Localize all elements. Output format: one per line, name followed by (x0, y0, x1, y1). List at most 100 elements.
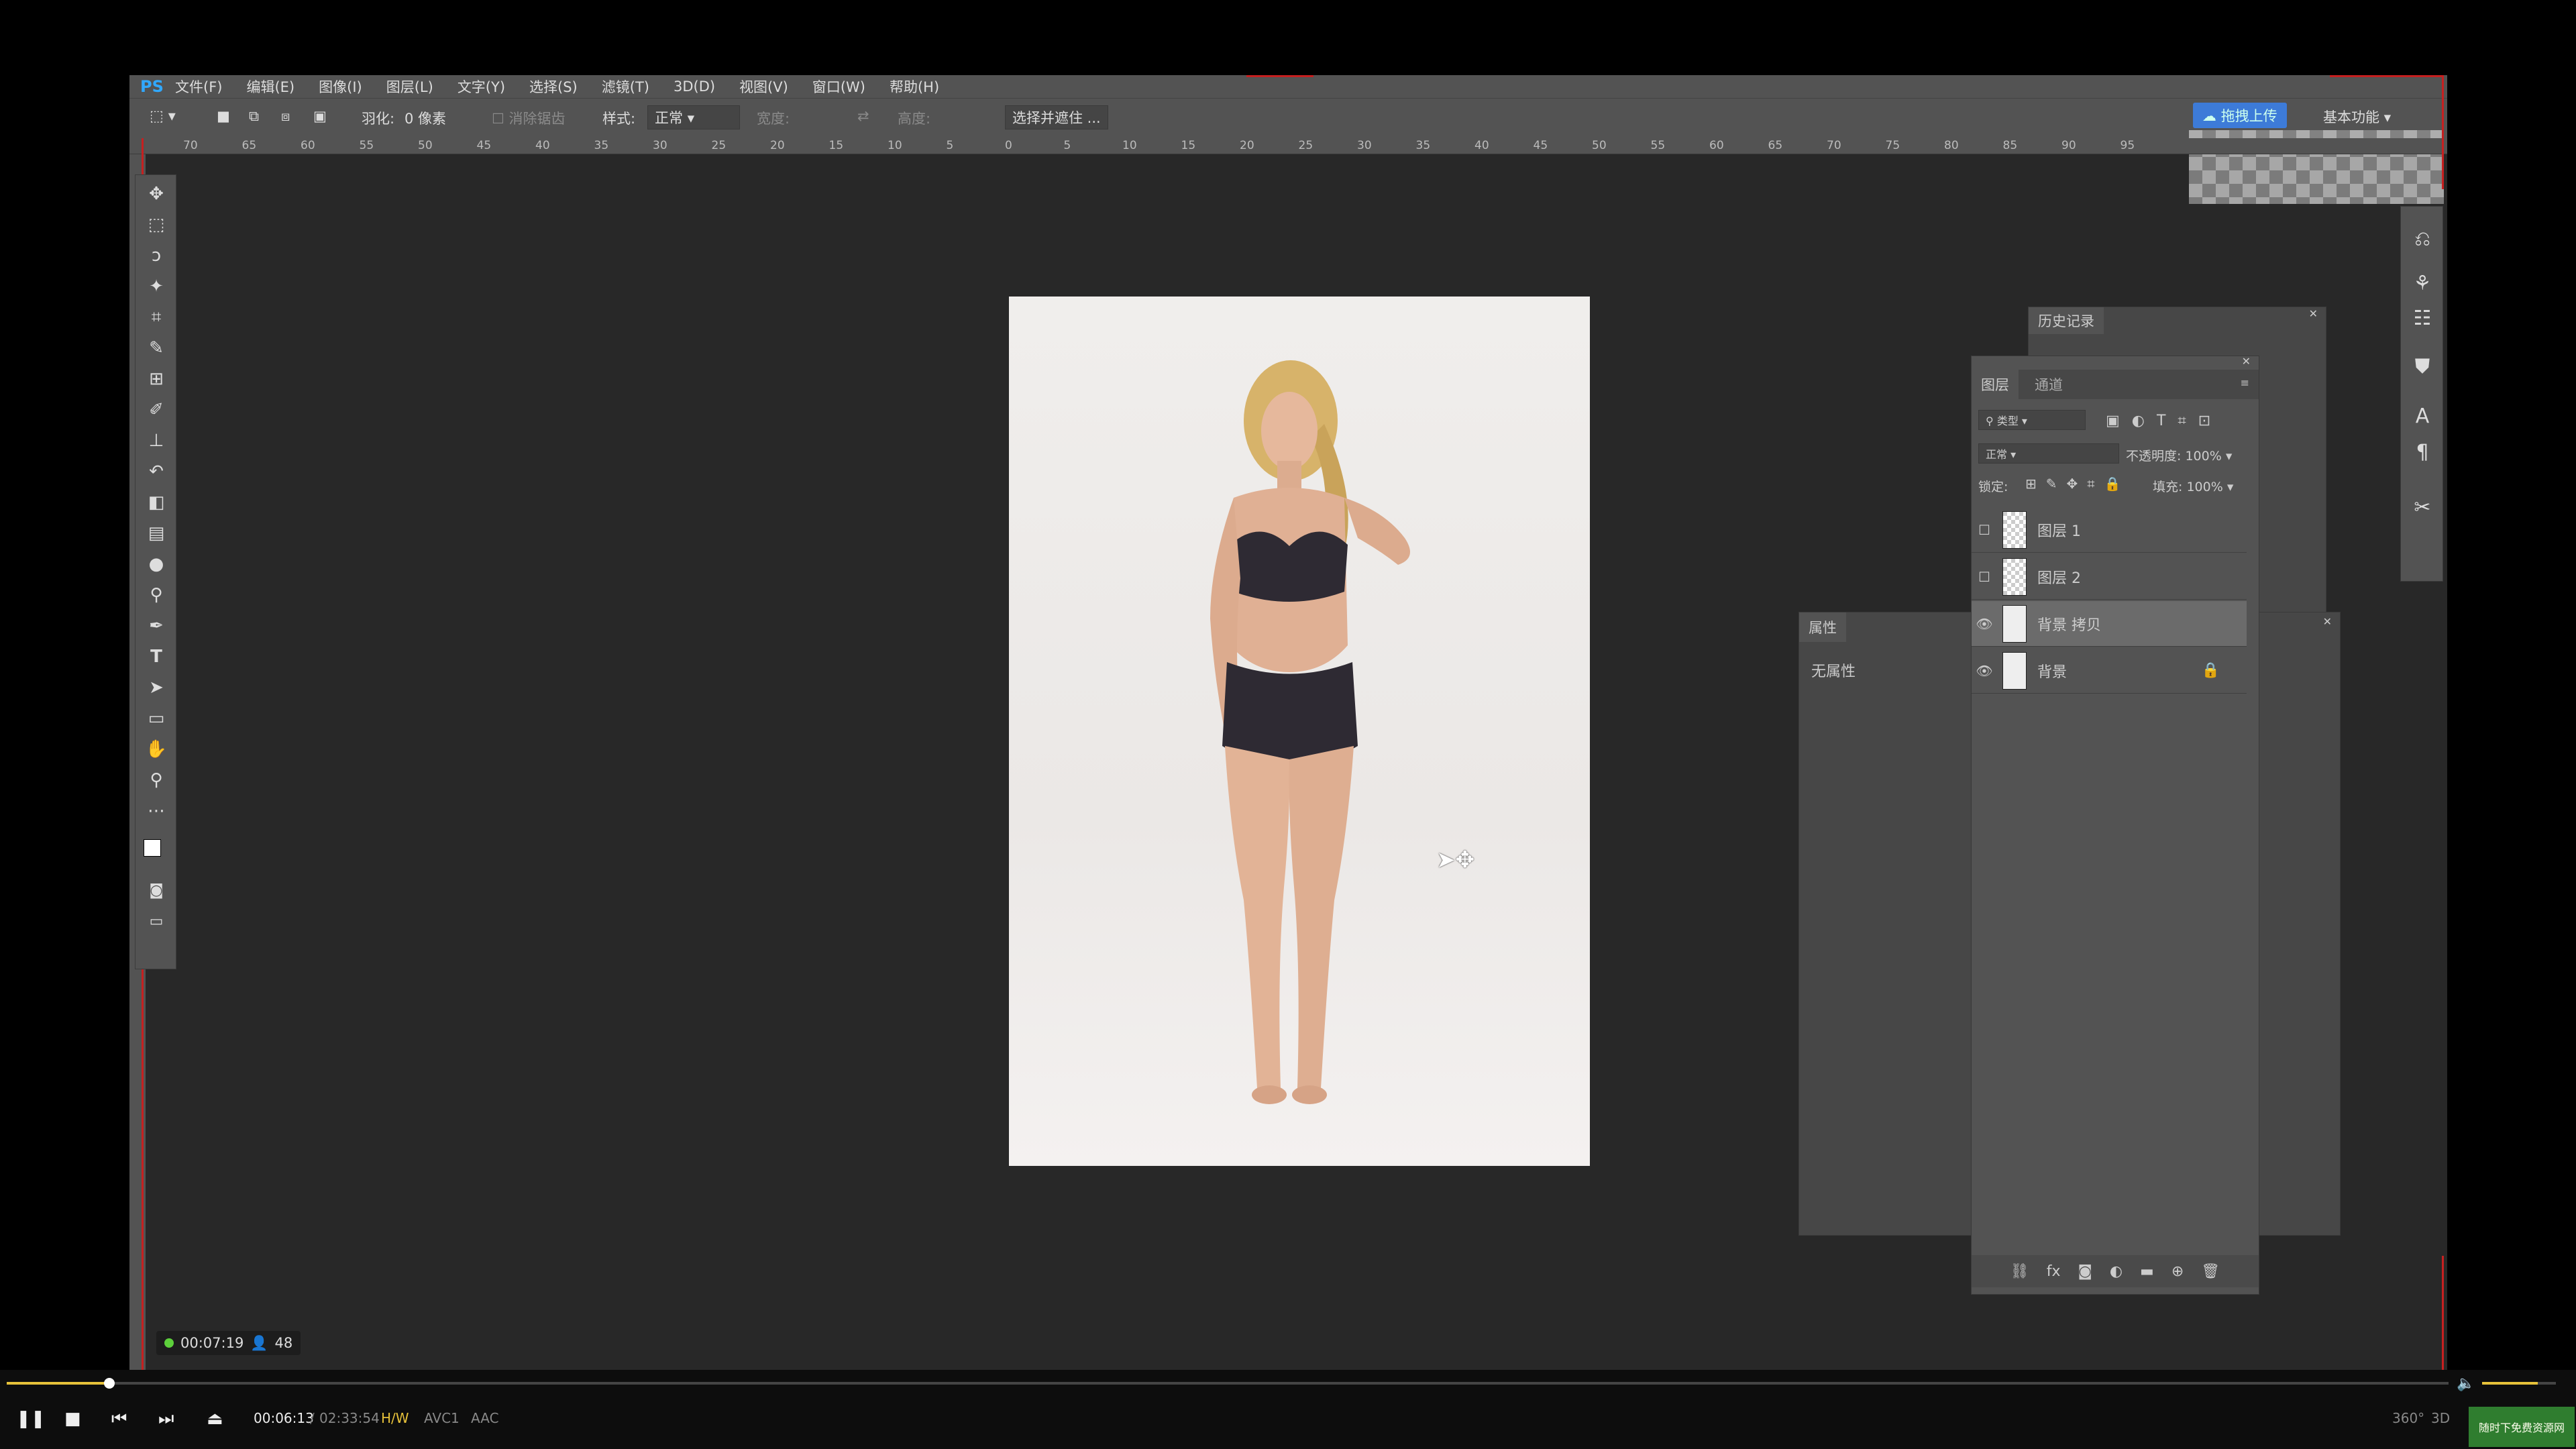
menu-image[interactable]: 图像(I) (307, 76, 374, 97)
blend-mode-select[interactable]: 正常 ▾ (1978, 443, 2119, 464)
layer-row-layer1[interactable]: ☐ 图层 1 (1972, 507, 2247, 553)
menu-file[interactable]: 文件(F) (163, 76, 234, 97)
add-mask-icon[interactable]: ◙ (2078, 1263, 2092, 1280)
menu-layer[interactable]: 图层(L) (374, 76, 445, 97)
hand-tool-icon[interactable]: ✋ (143, 736, 170, 763)
move-tool-icon[interactable]: ✥ (143, 180, 170, 207)
magic-wand-tool-icon[interactable]: ✦ (143, 273, 170, 300)
marquee-tool-icon[interactable]: ⬚ (143, 211, 170, 238)
gradient-tool-icon[interactable]: ▤ (143, 520, 170, 547)
menu-filter[interactable]: 滤镜(T) (590, 76, 661, 97)
pause-icon[interactable]: ❚❚ (16, 1409, 46, 1429)
visibility-toggle-off[interactable]: ☐ (1972, 507, 1997, 552)
visibility-toggle-off[interactable]: ☐ (1972, 554, 1997, 599)
layer-row-background-copy[interactable]: 👁 背景 拷贝 (1972, 601, 2247, 647)
workspace-select[interactable]: 基本功能 ▾ (2316, 105, 2437, 128)
subtract-selection-icon[interactable]: ⧈ (281, 108, 290, 125)
layers-menu-icon[interactable]: ≡ (2241, 376, 2249, 389)
delete-layer-icon[interactable]: 🗑 (2201, 1263, 2220, 1280)
stop-icon[interactable]: ■ (64, 1409, 81, 1429)
layer-row-layer2[interactable]: ☐ 图层 2 (1972, 554, 2247, 600)
mode-360-button[interactable]: 360° (2392, 1410, 2424, 1426)
feather-field[interactable]: 0 像素 (405, 108, 446, 128)
history-tab[interactable]: 历史记录 (2029, 307, 2104, 334)
paragraph-icon[interactable]: ¶ (2401, 433, 2444, 471)
menu-help[interactable]: 帮助(H) (877, 76, 951, 97)
swap-icon[interactable]: ⇄ (857, 108, 869, 124)
fill-value[interactable]: 100% (2186, 480, 2222, 494)
new-selection-icon[interactable]: ■ (217, 108, 230, 124)
seek-handle[interactable] (103, 1378, 115, 1389)
history-close-icon[interactable]: ✕ (2309, 307, 2318, 320)
select-and-mask-button[interactable]: 选择并遮住 ... (1005, 105, 1108, 129)
type-tool-icon[interactable]: T (143, 643, 170, 670)
stamp-tool-icon[interactable]: ⊥ (143, 427, 170, 454)
character-icon[interactable]: A (2401, 397, 2444, 435)
properties-tab[interactable]: 属性 (1799, 612, 1846, 642)
fx-icon[interactable]: fx (2047, 1263, 2061, 1280)
ruler-tick-label: 15 (828, 139, 844, 152)
adjustment-layer-icon[interactable]: ◐ (2110, 1263, 2123, 1280)
opacity-control[interactable]: 不透明度: 100% ▾ (2126, 446, 2232, 464)
brush-settings-icon[interactable]: ⚘ (2401, 264, 2444, 302)
eraser-tool-icon[interactable]: ◧ (143, 489, 170, 516)
brush-tool-icon[interactable]: ✐ (143, 396, 170, 423)
eye-icon[interactable]: 👁 (1972, 601, 1997, 646)
seek-track[interactable] (7, 1382, 2449, 1385)
lock-icons[interactable]: ⊞✎✥⌗🔒 (2025, 476, 2130, 492)
menu-select[interactable]: 选择(S) (517, 76, 590, 97)
menu-window[interactable]: 窗口(W) (800, 76, 877, 97)
zoom-tool-icon[interactable]: ⚲ (143, 767, 170, 794)
libraries-icon[interactable]: ⛊ (2401, 347, 2444, 385)
prev-icon[interactable]: ⏮ (111, 1409, 127, 1430)
layer-filter-icons[interactable]: ▣◐T⌗⊡ (2106, 413, 2222, 429)
style-select[interactable]: 正常 ▾ (647, 105, 740, 129)
guide-right-bottom (2442, 1256, 2444, 1370)
fill-control[interactable]: 填充: 100% ▾ (2153, 477, 2233, 495)
eyedropper-tool-icon[interactable]: ✎ (143, 335, 170, 362)
layer-thumbnail (2002, 651, 2027, 690)
upload-button[interactable]: ☁ 拖拽上传 (2193, 103, 2287, 128)
opacity-value[interactable]: 100% (2185, 449, 2221, 464)
tab-layers[interactable]: 图层 (1972, 370, 2019, 399)
more-tools-icon[interactable]: ⋯ (143, 798, 170, 824)
blur-tool-icon[interactable]: ● (143, 551, 170, 578)
marquee-preset-icon[interactable]: ⬚ ▾ (150, 108, 176, 125)
intersect-selection-icon[interactable]: ▣ (313, 108, 327, 124)
quick-mask-icon[interactable]: ◙ (143, 877, 170, 904)
crop-tool-icon[interactable]: ⌗ (143, 304, 170, 331)
menu-edit[interactable]: 编辑(E) (234, 76, 307, 97)
hw-decode-badge[interactable]: H/W (381, 1410, 409, 1426)
document-canvas[interactable] (1009, 297, 1590, 1166)
layer-filter-select[interactable]: ⚲ 类型 ▾ (1978, 410, 2086, 433)
dodge-tool-icon[interactable]: ⚲ (143, 582, 170, 608)
screen-mode-icon[interactable]: ▭ (143, 908, 170, 934)
antialias-checkbox[interactable]: ☐ 消除锯齿 (492, 108, 566, 128)
volume-icon[interactable]: 🔈 (2457, 1375, 2475, 1392)
add-selection-icon[interactable]: ⧉ (249, 108, 259, 125)
rectangle-tool-icon[interactable]: ▭ (143, 705, 170, 732)
history-icon[interactable]: ⎌ (2401, 220, 2444, 258)
new-group-icon[interactable]: ▬ (2140, 1263, 2154, 1280)
new-layer-icon[interactable]: ⊕ (2171, 1263, 2184, 1280)
pen-tool-icon[interactable]: ✒ (143, 612, 170, 639)
next-icon[interactable]: ⏭ (158, 1409, 174, 1430)
layer-row-background[interactable]: 👁 背景 🔒 (1972, 648, 2247, 694)
tab-channels[interactable]: 通道 (2025, 370, 2072, 399)
foreground-color-swatch[interactable] (144, 839, 161, 857)
adjustments-icon[interactable]: ☷ (2401, 299, 2444, 337)
menu-type[interactable]: 文字(Y) (445, 76, 517, 97)
tool-presets-icon[interactable]: ✂ (2401, 488, 2444, 526)
menu-3d[interactable]: 3D(D) (661, 78, 727, 95)
link-layers-icon[interactable]: ⛓ (2010, 1263, 2029, 1280)
healing-brush-tool-icon[interactable]: ⊞ (143, 366, 170, 392)
path-selection-tool-icon[interactable]: ➤ (143, 674, 170, 701)
history-brush-tool-icon[interactable]: ↶ (143, 458, 170, 485)
eject-icon[interactable]: ⏏ (207, 1409, 223, 1429)
properties-close-icon[interactable]: ✕ (2323, 615, 2332, 628)
lasso-tool-icon[interactable]: ↄ (143, 242, 170, 269)
eye-icon[interactable]: 👁 (1972, 648, 1997, 693)
menu-view[interactable]: 视图(V) (727, 76, 800, 97)
layers-close-icon[interactable]: ✕ (2242, 355, 2251, 368)
mode-3d-button[interactable]: 3D (2431, 1410, 2450, 1426)
